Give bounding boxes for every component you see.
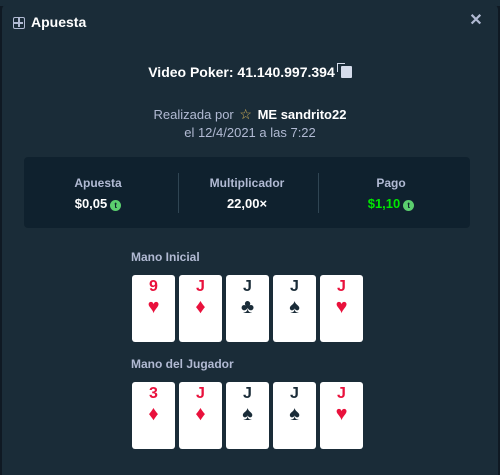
stat-bet-amount: $0,05: [74, 196, 108, 211]
game-title: Video Poker: 41.140.997.394: [2, 63, 498, 80]
card-rank: 9: [149, 278, 158, 295]
placed-by-line: Realizada por ☆ ME sandrito22: [2, 106, 498, 123]
star-icon: ☆: [239, 106, 252, 122]
stat-multiplier: Multiplicador 22,00×: [173, 157, 321, 228]
card-rank: J: [196, 385, 205, 402]
card-rank: J: [243, 278, 252, 295]
game-id-text: Video Poker: 41.140.997.394: [148, 64, 335, 80]
card: J ♣: [226, 275, 269, 342]
card: J ♠: [273, 275, 316, 342]
spade-suit-icon: ♠: [242, 403, 253, 425]
card-rank: J: [243, 385, 252, 402]
stat-multiplier-value: 22,00×: [226, 196, 268, 211]
bet-stats-panel: Apuesta $0,05 t Multiplicador 22,00× Pago…: [24, 157, 470, 228]
card: J ♦: [179, 382, 222, 449]
diamond-suit-icon: ♦: [148, 403, 159, 425]
player-hand-label: Mano del Jugador: [131, 357, 234, 371]
bet-details-modal: Apuesta ✕ Video Poker: 41.140.997.394 Re…: [2, 4, 498, 475]
spade-suit-icon: ♠: [289, 403, 300, 425]
club-suit-icon: ♣: [240, 296, 255, 318]
card: J ♥: [320, 382, 363, 449]
heart-suit-icon: ♥: [335, 403, 348, 425]
stat-bet: Apuesta $0,05 t: [24, 157, 172, 228]
bet-date: el 12/4/2021 a las 7:22: [184, 125, 316, 140]
heart-suit-icon: ♥: [147, 296, 160, 318]
card: J ♦: [179, 275, 222, 342]
card: J ♠: [226, 382, 269, 449]
placed-by-label: Realizada por: [153, 107, 234, 122]
modal-header: Apuesta ✕: [2, 4, 498, 40]
card: J ♠: [273, 382, 316, 449]
stat-bet-label: Apuesta: [74, 176, 122, 190]
card-rank: J: [290, 385, 299, 402]
diamond-suit-icon: ♦: [195, 296, 206, 318]
initial-hand-label: Mano Inicial: [131, 250, 200, 264]
stat-payout: Pago $1,10 t: [317, 157, 465, 228]
stat-payout-label: Pago: [376, 176, 406, 190]
diamond-suit-icon: ♦: [195, 403, 206, 425]
stat-payout-value: $1,10 t: [317, 196, 465, 211]
bet-ticket-icon: [13, 17, 25, 29]
stat-bet-value: $0,05 t: [24, 196, 172, 211]
close-icon[interactable]: ✕: [468, 13, 484, 29]
heart-suit-icon: ♥: [335, 296, 348, 318]
card-rank: J: [196, 278, 205, 295]
copy-icon[interactable]: [336, 63, 352, 78]
stat-multiplier-label: Multiplicador: [209, 176, 285, 190]
currency-icon: t: [110, 200, 122, 211]
card: 9 ♥: [132, 275, 175, 342]
username-link[interactable]: ME sandrito22: [258, 107, 347, 122]
currency-icon: t: [403, 200, 415, 211]
stat-payout-amount: $1,10: [367, 196, 401, 211]
card-rank: 3: [149, 385, 158, 402]
card-rank: J: [337, 278, 346, 295]
card: J ♥: [320, 275, 363, 342]
card-rank: J: [337, 385, 346, 402]
card: 3 ♦: [132, 382, 175, 449]
modal-title: Apuesta: [31, 14, 87, 30]
spade-suit-icon: ♠: [289, 296, 300, 318]
card-rank: J: [290, 278, 299, 295]
